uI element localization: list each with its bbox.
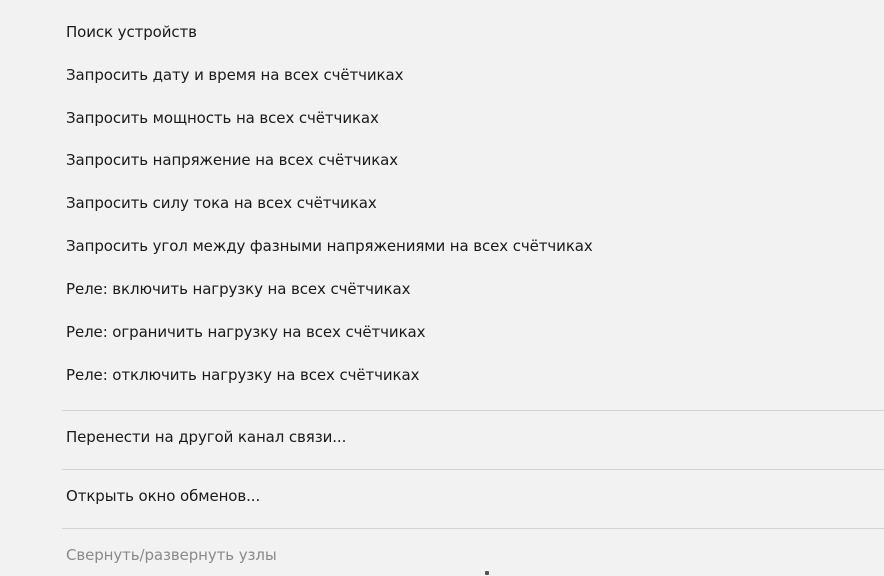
menu-item-open-exchange-window[interactable]: Открыть окно обменов... — [66, 480, 260, 512]
menu-item-toggle-nodes: Свернуть/развернуть узлы — [66, 546, 277, 564]
context-menu: Поиск устройств Запросить дату и время н… — [0, 0, 884, 576]
menu-item-request-power[interactable]: Запросить мощность на всех счётчиках — [66, 102, 379, 134]
menu-item-relay-enable[interactable]: Реле: включить нагрузку на всех счётчика… — [66, 273, 410, 305]
menu-separator — [62, 528, 884, 529]
menu-separator — [62, 469, 884, 470]
menu-separator — [62, 410, 884, 411]
menu-item-request-datetime[interactable]: Запросить дату и время на всех счётчиках — [66, 59, 403, 91]
menu-item-search-devices[interactable]: Поиск устройств — [66, 16, 197, 48]
cursor-mark — [485, 571, 489, 575]
menu-item-move-channel[interactable]: Перенести на другой канал связи... — [66, 421, 346, 453]
menu-item-request-phase-angle[interactable]: Запросить угол между фазными напряжениям… — [66, 230, 593, 262]
menu-item-relay-disable[interactable]: Реле: отключить нагрузку на всех счётчик… — [66, 359, 419, 391]
menu-item-request-voltage[interactable]: Запросить напряжение на всех счётчиках — [66, 144, 398, 176]
menu-item-relay-limit[interactable]: Реле: ограничить нагрузку на всех счётчи… — [66, 316, 426, 348]
menu-item-request-current[interactable]: Запросить силу тока на всех счётчиках — [66, 187, 377, 219]
